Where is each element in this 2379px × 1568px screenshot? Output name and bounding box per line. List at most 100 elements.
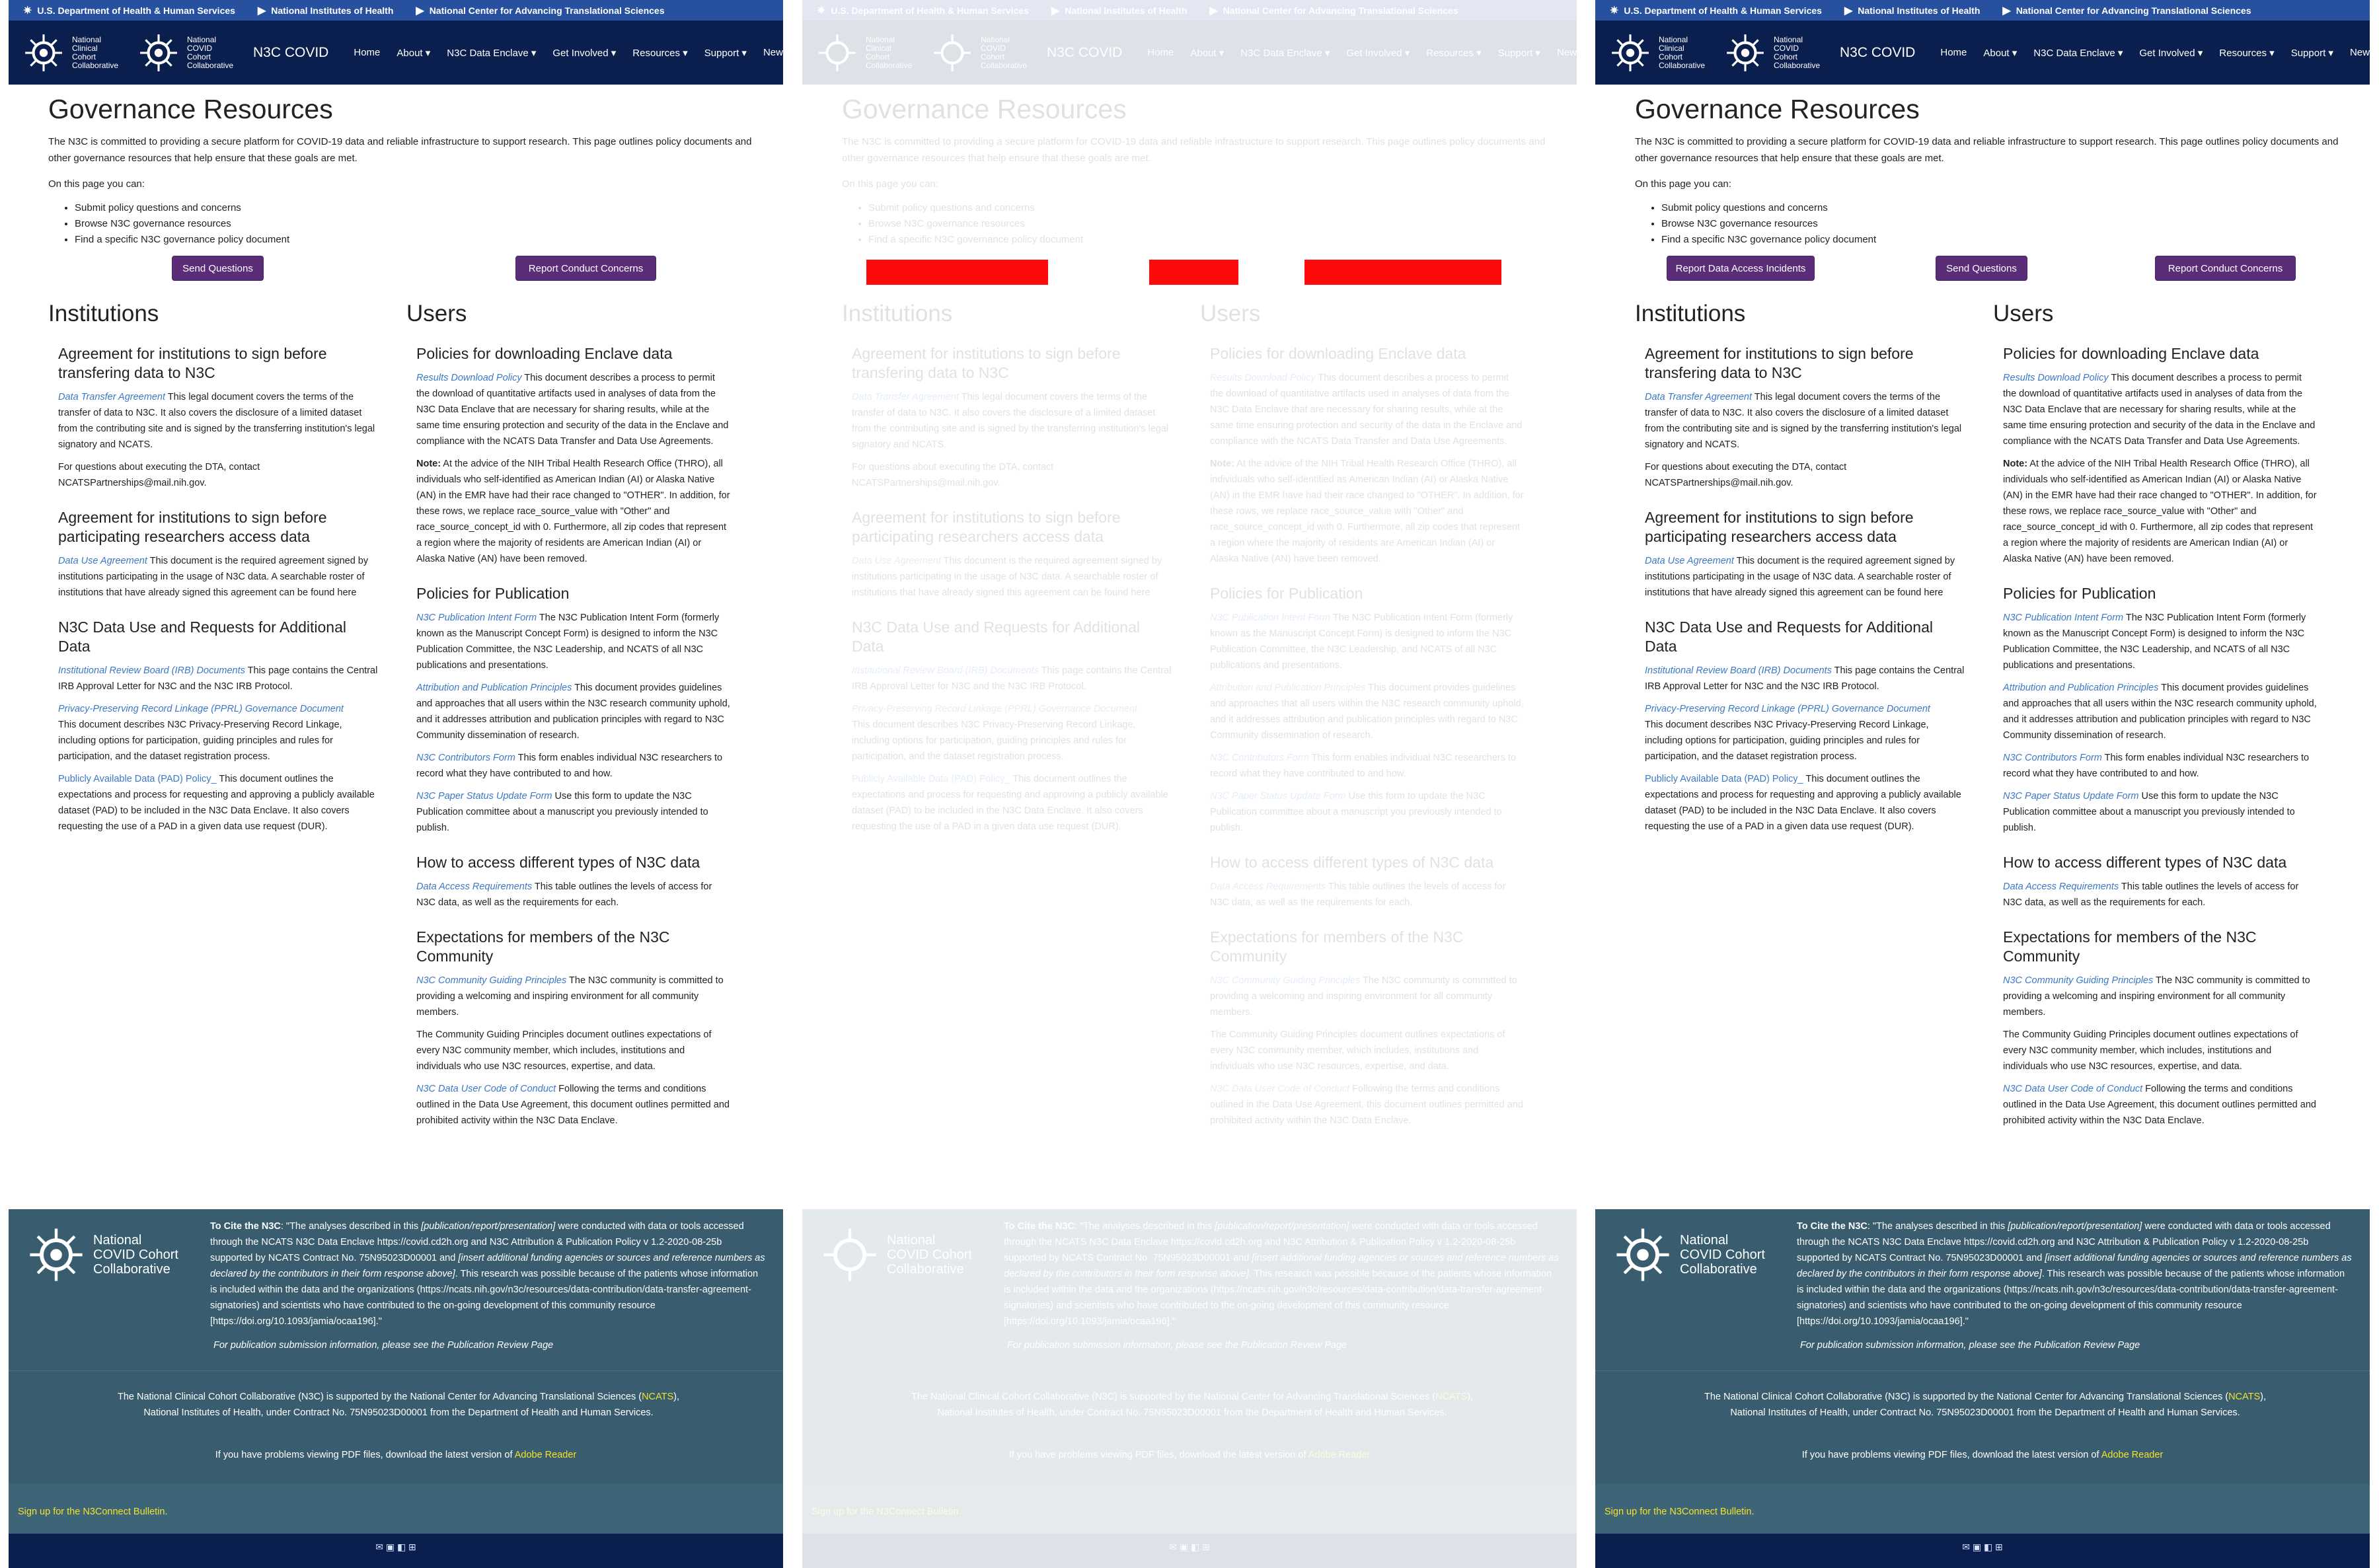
send-questions-button[interactable]: Send Questions bbox=[1936, 256, 2027, 281]
publication-intent-link[interactable]: N3C Publication Intent Form bbox=[1210, 613, 1330, 623]
dua-link[interactable]: Data Use Agreement bbox=[58, 556, 147, 566]
social-icons[interactable]: ✉ ▣ ◧ ⊞ bbox=[9, 1534, 783, 1568]
n3c-clinical-logo[interactable]: National Clinical Cohort Collaborative bbox=[817, 32, 912, 73]
pad-link[interactable]: Publicly Available Data (PAD) Policy_ bbox=[852, 774, 1010, 784]
social-icons[interactable]: ✉ ▣ ◧ ⊞ bbox=[1595, 1534, 2370, 1568]
data-access-req-link[interactable]: Data Access Requirements bbox=[416, 881, 532, 892]
hhs-link[interactable]: ✷ U.S. Department of Health & Human Servi… bbox=[1610, 4, 1822, 17]
report-conduct-button[interactable]: Report Conduct Concerns bbox=[2155, 256, 2296, 281]
publication-note[interactable]: For publication submission information, … bbox=[1007, 1340, 1347, 1351]
publication-note[interactable]: For publication submission information, … bbox=[213, 1340, 553, 1351]
guiding-principles-link[interactable]: N3C Community Guiding Principles bbox=[2003, 975, 2153, 986]
code-of-conduct-link[interactable]: N3C Data User Code of Conduct bbox=[416, 1084, 556, 1094]
attribution-link[interactable]: Attribution and Publication Principles bbox=[1210, 683, 1365, 693]
nav-data-enclave[interactable]: N3C Data Enclave ▾ bbox=[447, 47, 536, 59]
results-download-link[interactable]: Results Download Policy bbox=[416, 373, 522, 383]
paper-status-link[interactable]: N3C Paper Status Update Form bbox=[416, 791, 552, 802]
n3c-covid-logo[interactable]: National COVID Cohort Collaborative bbox=[1725, 32, 1820, 73]
footer-logo[interactable]: National COVID Cohort Collaborative bbox=[1614, 1226, 1772, 1284]
nav-about[interactable]: About ▾ bbox=[1983, 47, 2017, 59]
code-of-conduct-link[interactable]: N3C Data User Code of Conduct bbox=[1210, 1084, 1349, 1094]
pad-link[interactable]: Publicly Available Data (PAD) Policy_ bbox=[1645, 774, 1803, 784]
nav-support[interactable]: Support ▾ bbox=[704, 47, 747, 59]
nav-home[interactable]: Home bbox=[354, 47, 380, 58]
nih-link[interactable]: ▶ National Institutes of Health bbox=[1051, 4, 1187, 17]
adobe-reader-link[interactable]: Adobe Reader bbox=[515, 1450, 577, 1460]
nih-link[interactable]: ▶ National Institutes of Health bbox=[1844, 4, 1980, 17]
irb-link[interactable]: Institutional Review Board (IRB) Documen… bbox=[852, 665, 1039, 676]
ncats-footer-link[interactable]: NCATS bbox=[1435, 1392, 1467, 1402]
report-conduct-button[interactable]: Report Conduct Concerns bbox=[515, 256, 656, 281]
signup-link[interactable]: Sign up for the N3Connect Bulletin. bbox=[18, 1507, 168, 1517]
ncats-footer-link[interactable]: NCATS bbox=[642, 1392, 673, 1402]
dta-link[interactable]: Data Transfer Agreement bbox=[58, 392, 165, 402]
nav-get-involved[interactable]: Get Involved ▾ bbox=[552, 47, 616, 59]
nav-data-enclave[interactable]: N3C Data Enclave ▾ bbox=[2033, 47, 2123, 59]
ncats-footer-link[interactable]: NCATS bbox=[2228, 1392, 2260, 1402]
hhs-link[interactable]: ✷ U.S. Department of Health & Human Servi… bbox=[817, 4, 1029, 17]
irb-link[interactable]: Institutional Review Board (IRB) Documen… bbox=[1645, 665, 1832, 676]
pad-link[interactable]: Publicly Available Data (PAD) Policy_ bbox=[58, 774, 217, 784]
footer-logo[interactable]: National COVID Cohort Collaborative bbox=[27, 1226, 186, 1284]
guiding-principles-link[interactable]: N3C Community Guiding Principles bbox=[416, 975, 566, 986]
dua-link[interactable]: Data Use Agreement bbox=[1645, 556, 1734, 566]
code-of-conduct-link[interactable]: N3C Data User Code of Conduct bbox=[2003, 1084, 2142, 1094]
brand-link[interactable]: N3C COVID bbox=[1840, 45, 1915, 61]
dta-link[interactable]: Data Transfer Agreement bbox=[852, 392, 959, 402]
contributors-form-link[interactable]: N3C Contributors Form bbox=[2003, 753, 2102, 763]
paper-status-link[interactable]: N3C Paper Status Update Form bbox=[2003, 791, 2139, 802]
nav-data-enclave[interactable]: N3C Data Enclave ▾ bbox=[1240, 47, 1330, 59]
adobe-reader-link[interactable]: Adobe Reader bbox=[2101, 1450, 2164, 1460]
nav-get-involved[interactable]: Get Involved ▾ bbox=[1346, 47, 1410, 59]
pprl-link[interactable]: Privacy-Preserving Record Linkage (PPRL)… bbox=[852, 704, 1137, 714]
irb-link[interactable]: Institutional Review Board (IRB) Documen… bbox=[58, 665, 245, 676]
brand-link[interactable]: N3C COVID bbox=[253, 45, 328, 61]
ncats-link[interactable]: ▶ National Center for Advancing Translati… bbox=[1209, 4, 1458, 17]
publication-intent-link[interactable]: N3C Publication Intent Form bbox=[416, 613, 537, 623]
nav-news[interactable]: News a bbox=[763, 47, 783, 58]
signup-link[interactable]: Sign up for the N3Connect Bulletin. bbox=[1605, 1507, 1755, 1517]
nav-resources[interactable]: Resources ▾ bbox=[2219, 47, 2274, 59]
ncats-link[interactable]: ▶ National Center for Advancing Translati… bbox=[416, 4, 664, 17]
n3c-covid-logo[interactable]: National COVID Cohort Collaborative bbox=[138, 32, 233, 73]
dua-link[interactable]: Data Use Agreement bbox=[852, 556, 941, 566]
nav-get-involved[interactable]: Get Involved ▾ bbox=[2139, 47, 2203, 59]
pprl-link[interactable]: Privacy-Preserving Record Linkage (PPRL)… bbox=[58, 704, 344, 714]
nav-about[interactable]: About ▾ bbox=[397, 47, 430, 59]
nav-home[interactable]: Home bbox=[1147, 47, 1174, 58]
data-access-req-link[interactable]: Data Access Requirements bbox=[1210, 881, 1326, 892]
nav-about[interactable]: About ▾ bbox=[1190, 47, 1224, 59]
hhs-link[interactable]: ✷ U.S. Department of Health & Human Servi… bbox=[23, 4, 235, 17]
dta-link[interactable]: Data Transfer Agreement bbox=[1645, 392, 1752, 402]
signup-link[interactable]: Sign up for the N3Connect Bulletin. bbox=[812, 1507, 962, 1517]
nih-link[interactable]: ▶ National Institutes of Health bbox=[258, 4, 393, 17]
n3c-covid-logo[interactable]: National COVID Cohort Collaborative bbox=[932, 32, 1027, 73]
n3c-clinical-logo[interactable]: National Clinical Cohort Collaborative bbox=[23, 32, 118, 73]
paper-status-link[interactable]: N3C Paper Status Update Form bbox=[1210, 791, 1346, 802]
nav-news[interactable]: News a bbox=[1557, 47, 1577, 58]
pprl-link[interactable]: Privacy-Preserving Record Linkage (PPRL)… bbox=[1645, 704, 1930, 714]
report-data-access-button[interactable]: Report Data Access Incidents bbox=[1667, 256, 1815, 281]
adobe-reader-link[interactable]: Adobe Reader bbox=[1308, 1450, 1371, 1460]
contributors-form-link[interactable]: N3C Contributors Form bbox=[416, 753, 515, 763]
nav-support[interactable]: Support ▾ bbox=[1498, 47, 1540, 59]
publication-note[interactable]: For publication submission information, … bbox=[1800, 1340, 2140, 1351]
guiding-principles-link[interactable]: N3C Community Guiding Principles bbox=[1210, 975, 1360, 986]
results-download-link[interactable]: Results Download Policy bbox=[1210, 373, 1316, 383]
nav-resources[interactable]: Resources ▾ bbox=[1426, 47, 1481, 59]
ncats-link[interactable]: ▶ National Center for Advancing Translati… bbox=[2002, 4, 2251, 17]
results-download-link[interactable]: Results Download Policy bbox=[2003, 373, 2109, 383]
nav-home[interactable]: Home bbox=[1940, 47, 1967, 58]
attribution-link[interactable]: Attribution and Publication Principles bbox=[2003, 683, 2158, 693]
send-questions-button[interactable]: Send Questions bbox=[172, 256, 264, 281]
nav-news[interactable]: News a bbox=[2350, 47, 2370, 58]
brand-link[interactable]: N3C COVID bbox=[1047, 45, 1122, 61]
contributors-form-link[interactable]: N3C Contributors Form bbox=[1210, 753, 1309, 763]
n3c-clinical-logo[interactable]: National Clinical Cohort Collaborative bbox=[1610, 32, 1705, 73]
publication-intent-link[interactable]: N3C Publication Intent Form bbox=[2003, 613, 2123, 623]
attribution-link[interactable]: Attribution and Publication Principles bbox=[416, 683, 572, 693]
data-access-req-link[interactable]: Data Access Requirements bbox=[2003, 881, 2119, 892]
nav-support[interactable]: Support ▾ bbox=[2291, 47, 2333, 59]
footer-logo[interactable]: National COVID Cohort Collaborative bbox=[821, 1226, 979, 1284]
social-icons[interactable]: ✉ ▣ ◧ ⊞ bbox=[802, 1534, 1577, 1568]
